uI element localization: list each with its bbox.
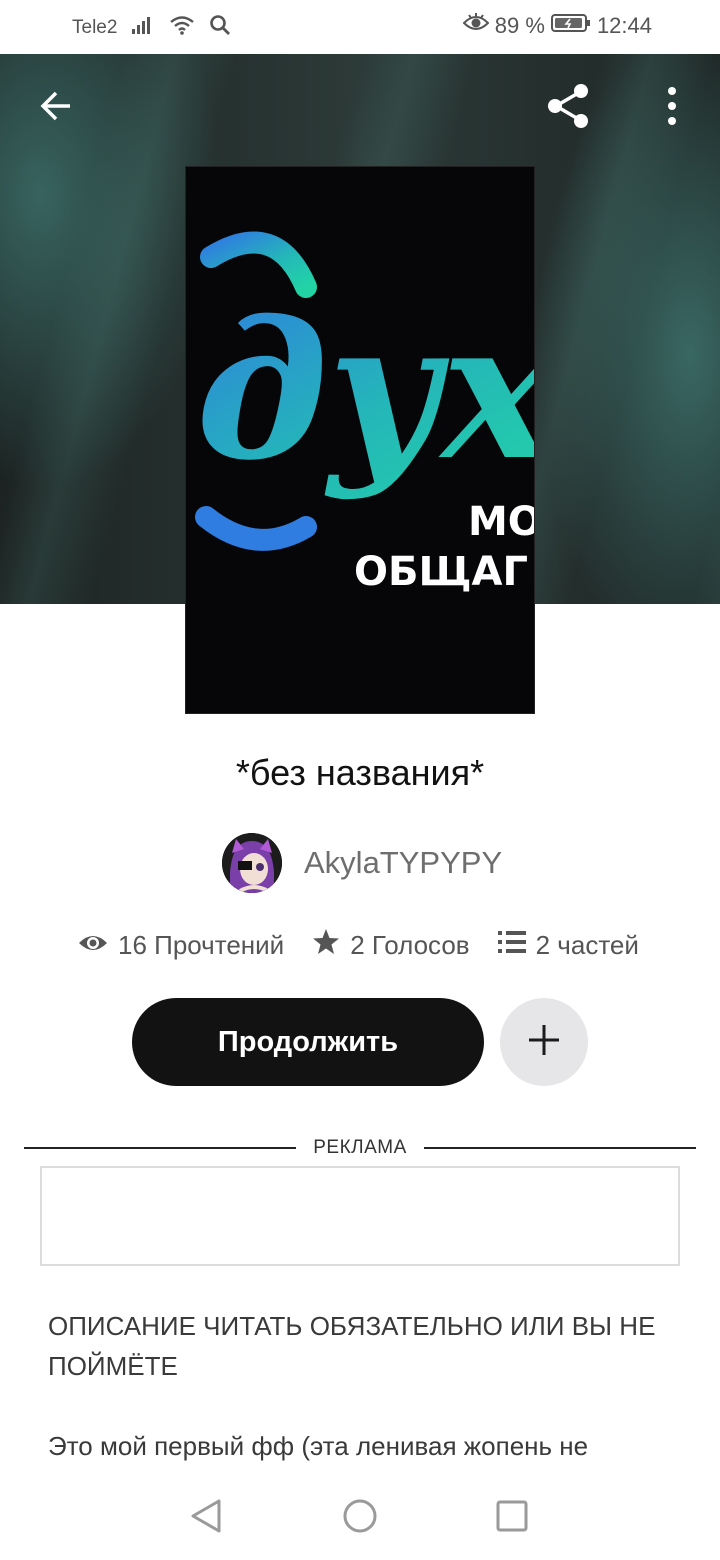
continue-reading-button[interactable]: Продолжить: [132, 998, 484, 1086]
star-icon: [312, 928, 340, 963]
avatar: [222, 833, 282, 893]
author-name: AkylaTYPYPY: [304, 845, 503, 880]
signal-icon: [131, 15, 155, 41]
circle-home-icon: [342, 1498, 378, 1539]
square-recents-icon: [495, 1499, 529, 1538]
share-button[interactable]: [540, 80, 596, 136]
search-icon: [209, 14, 231, 42]
carrier-label: Tele2: [72, 17, 118, 38]
description-paragraph: ОПИСАНИЕ ЧИТАТЬ ОБЯЗАТЕЛЬНО ИЛИ ВЫ НЕ ПО…: [48, 1311, 656, 1381]
status-bar-right: 89 % 12:44: [462, 13, 652, 39]
description-paragraph: Это мой первый фф (эта ленивая жопень не: [48, 1431, 589, 1461]
votes-count: 2 Голосов: [350, 930, 470, 960]
clock: 12:44: [596, 13, 652, 38]
author-link[interactable]: AkylaTYPYPY: [222, 833, 502, 893]
reads-count: 16 Прочтений: [118, 930, 285, 960]
system-nav-bar: [0, 1476, 720, 1560]
more-vertical-icon: [667, 86, 677, 131]
more-options-button[interactable]: [644, 80, 700, 136]
triangle-back-icon: [189, 1498, 223, 1539]
story-title: *без названия*: [235, 752, 485, 793]
back-button[interactable]: [28, 80, 84, 136]
battery-icon: [550, 13, 591, 39]
reads-stat: 16 Прочтений: [78, 930, 284, 961]
cover-logo-text: дух: [196, 279, 535, 502]
story-stats: 16 Прочтений 2 Голосов 2 частей: [78, 928, 667, 963]
ad-label: РЕКЛАМА: [313, 1137, 407, 1158]
nav-home-button[interactable]: [340, 1498, 380, 1538]
status-bar: Tele2 89 % 12:44: [0, 0, 720, 54]
parts-count: 2 частей: [535, 930, 639, 960]
arrow-left-icon: [36, 86, 76, 131]
eye-icon: [78, 930, 108, 961]
battery-percent: 89 %: [494, 13, 545, 38]
add-to-library-button[interactable]: [500, 998, 588, 1086]
story-cover[interactable]: дух МО ОБЩАГ: [185, 166, 535, 714]
cover-subtitle-2: ОБЩАГ: [354, 549, 528, 595]
cover-subtitle-1: МО: [468, 499, 535, 545]
list-icon: [497, 930, 526, 961]
votes-stat: 2 Голосов: [312, 928, 470, 963]
nav-recents-button[interactable]: [492, 1498, 532, 1538]
wifi-icon: [169, 15, 195, 41]
plus-icon: [526, 1022, 562, 1063]
eye-icon: [462, 13, 490, 39]
parts-stat: 2 частей: [497, 930, 639, 961]
ad-banner[interactable]: [40, 1166, 680, 1266]
status-bar-left: Tele2: [72, 14, 231, 42]
nav-back-button[interactable]: [186, 1498, 226, 1538]
share-icon: [543, 81, 593, 136]
